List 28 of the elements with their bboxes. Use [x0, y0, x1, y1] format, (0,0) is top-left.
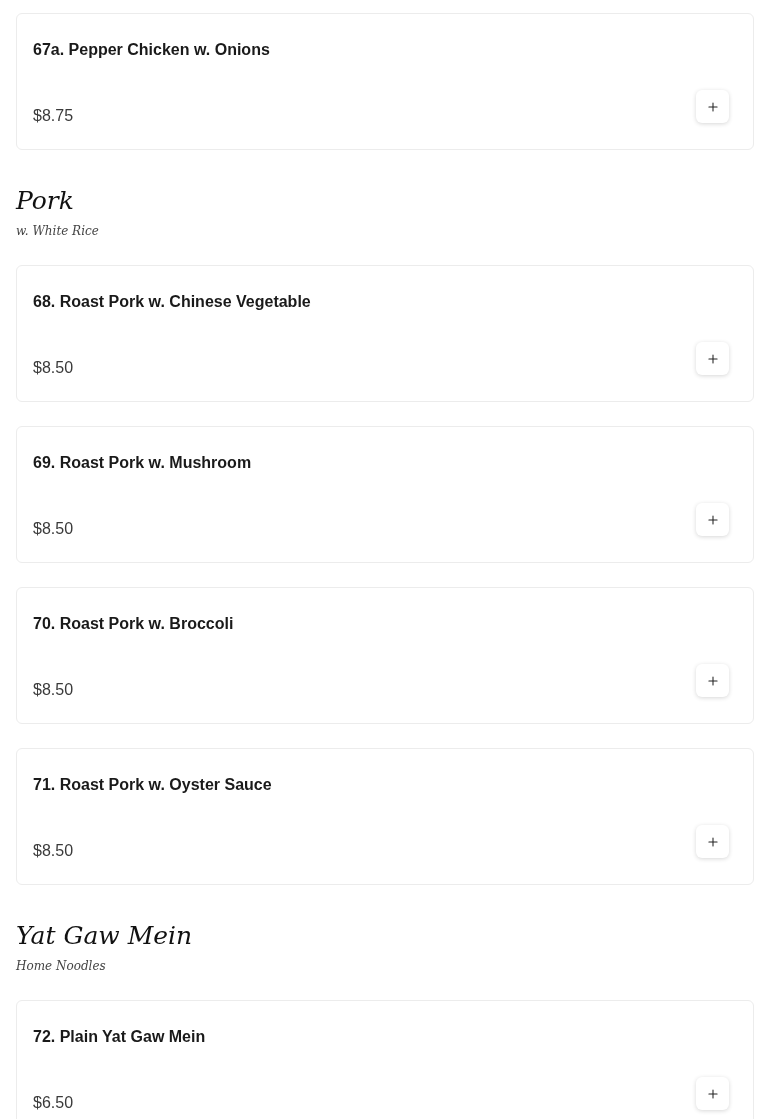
- plus-icon: [705, 351, 720, 366]
- item-name: 67a. Pepper Chicken w. Onions: [33, 40, 270, 60]
- item-price: $8.50: [33, 841, 74, 861]
- plus-icon: [705, 1086, 720, 1101]
- section-title: Yat Gaw Mein: [16, 920, 193, 952]
- item-price: $8.75: [33, 106, 74, 126]
- add-button[interactable]: [696, 342, 729, 375]
- item-name: 71. Roast Pork w. Oyster Sauce: [33, 775, 272, 795]
- section-subtitle: Home Noodles: [16, 958, 106, 975]
- plus-icon: [705, 512, 720, 527]
- item-name: 68. Roast Pork w. Chinese Vegetable: [33, 292, 311, 312]
- item-name: 69. Roast Pork w. Mushroom: [33, 453, 252, 473]
- add-button[interactable]: [696, 503, 729, 536]
- item-price: $6.50: [33, 1093, 74, 1113]
- item-price: $8.50: [33, 519, 74, 539]
- item-price: $8.50: [33, 680, 74, 700]
- section-title: Pork: [16, 185, 74, 217]
- item-price: $8.50: [33, 358, 74, 378]
- plus-icon: [705, 99, 720, 114]
- add-button[interactable]: [696, 664, 729, 697]
- section-subtitle: w. White Rice: [16, 223, 99, 240]
- plus-icon: [705, 673, 720, 688]
- item-name: 70. Roast Pork w. Broccoli: [33, 614, 234, 634]
- plus-icon: [705, 834, 720, 849]
- item-name: 72. Plain Yat Gaw Mein: [33, 1027, 206, 1047]
- add-button[interactable]: [696, 90, 729, 123]
- add-button[interactable]: [696, 825, 729, 858]
- add-button[interactable]: [696, 1077, 729, 1110]
